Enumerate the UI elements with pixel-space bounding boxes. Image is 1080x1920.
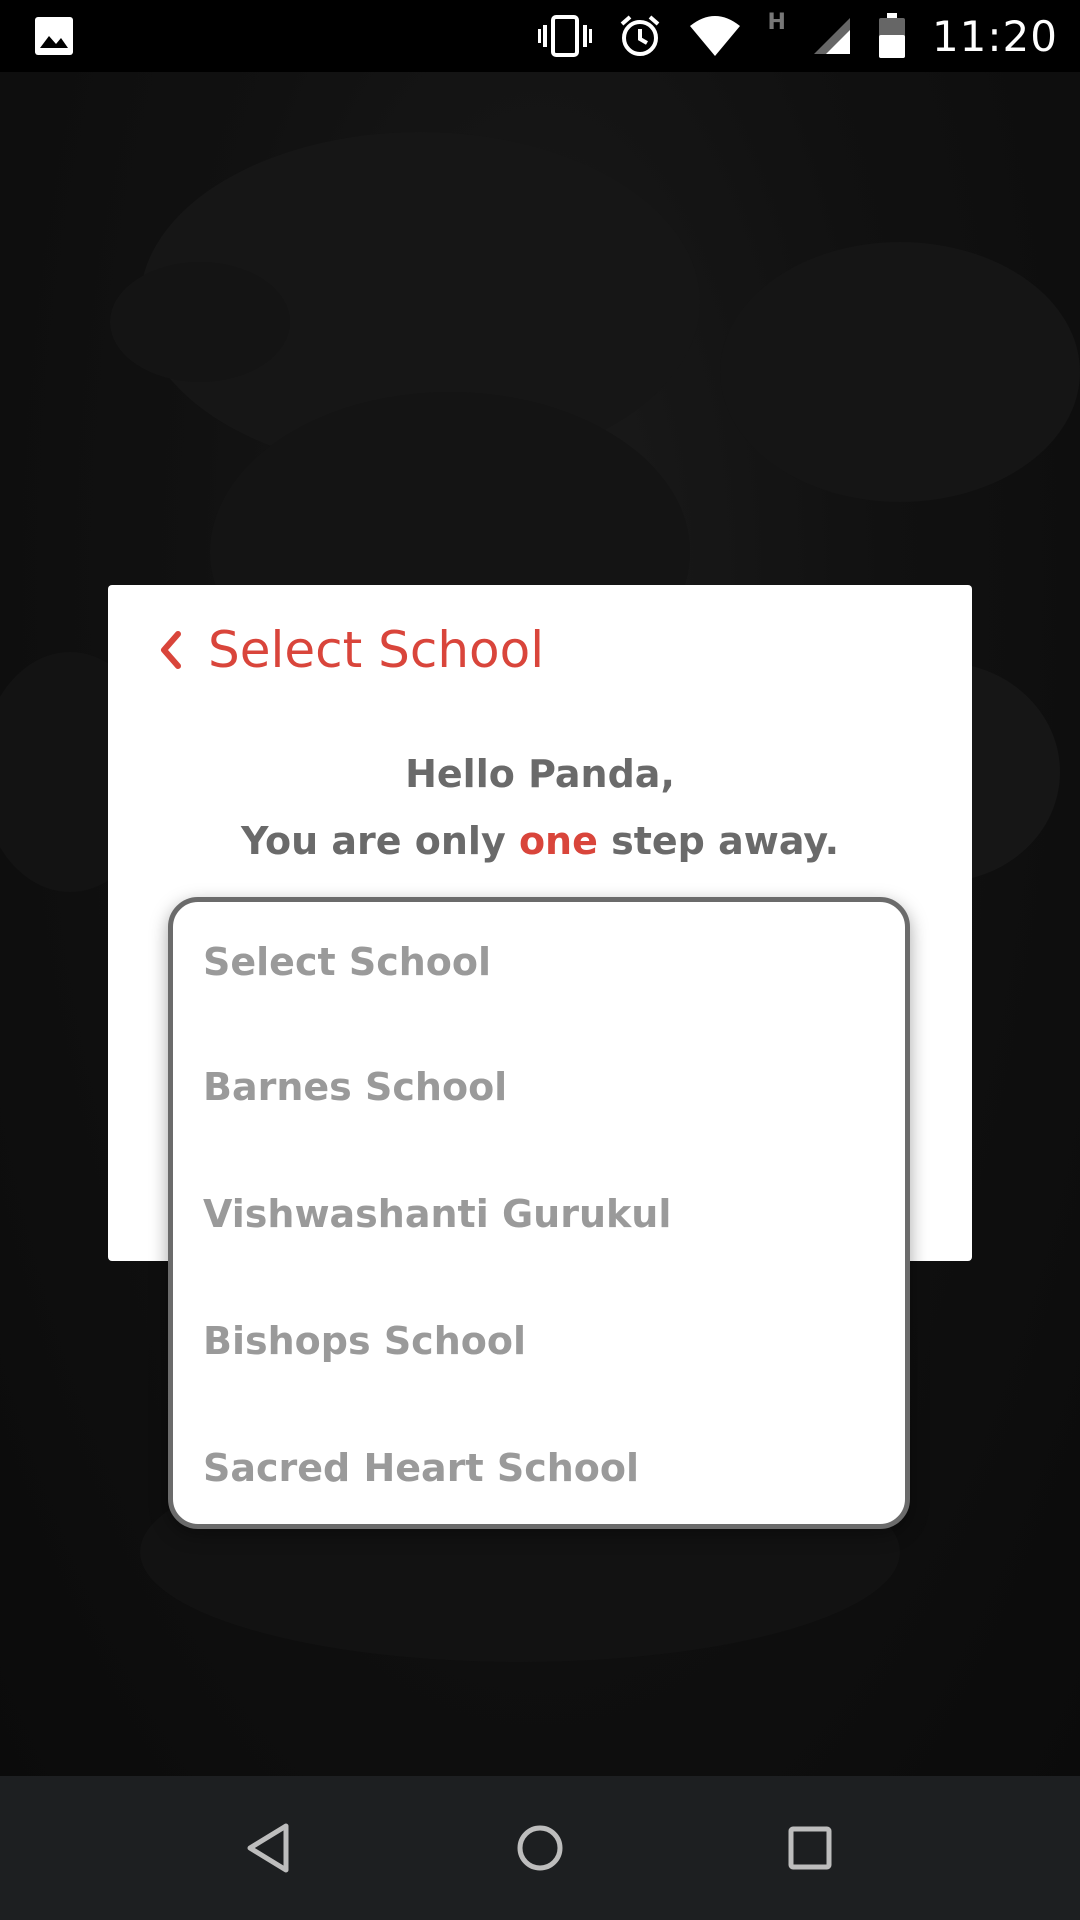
- back-icon[interactable]: [240, 1818, 300, 1878]
- wifi-icon: [688, 14, 742, 58]
- greeting-line-2-start: You are only: [240, 819, 519, 863]
- clock: 11:20: [931, 11, 1058, 61]
- greeting-line-2: You are only one step away.: [108, 808, 972, 875]
- school-options-list: Select School Barnes School Vishwashanti…: [173, 902, 905, 1532]
- greeting-line-1: Hello Panda,: [405, 752, 675, 796]
- school-option[interactable]: Sacred Heart School: [173, 1405, 905, 1532]
- alarm-icon: [618, 14, 662, 58]
- screen: H 11:20 Select School Hello Panda, You a…: [0, 0, 1080, 1920]
- image-icon: [34, 16, 74, 60]
- greeting-accent-word: one: [518, 819, 598, 863]
- home-icon[interactable]: [510, 1818, 570, 1878]
- status-bar: H 11:20: [0, 0, 1080, 72]
- recents-icon[interactable]: [780, 1818, 840, 1878]
- greeting-text: Hello Panda, You are only one step away.: [108, 741, 972, 875]
- school-option[interactable]: Vishwashanti Gurukul: [173, 1151, 905, 1278]
- school-option[interactable]: Bishops School: [173, 1278, 905, 1405]
- dialog-header: Select School: [156, 625, 544, 675]
- vibrate-icon: [537, 14, 592, 58]
- school-dropdown-popup: Select School Barnes School Vishwashanti…: [168, 897, 910, 1529]
- greeting-line-2-end: step away.: [597, 819, 840, 863]
- network-type-label: H: [767, 9, 786, 35]
- navigation-bar: [0, 1776, 1080, 1920]
- dialog-title: Select School: [208, 621, 545, 679]
- cell-signal-icon: [812, 16, 852, 56]
- school-option[interactable]: Select School: [173, 902, 905, 1024]
- chevron-left-icon[interactable]: [156, 628, 186, 672]
- school-option[interactable]: Barnes School: [173, 1024, 905, 1151]
- battery-icon: [878, 13, 906, 59]
